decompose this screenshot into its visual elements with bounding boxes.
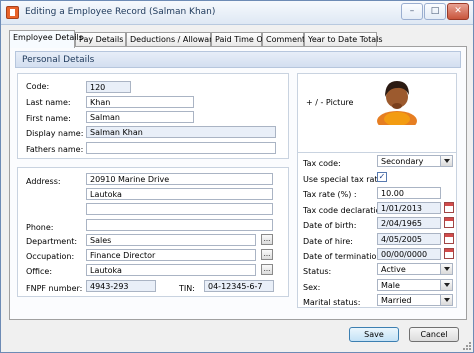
calendar-icon[interactable] [444,217,454,228]
display-name-field[interactable]: Salman Khan [86,126,276,138]
status-value: Active [381,265,406,274]
chevron-down-icon [440,280,452,290]
last-name-label: Last name: [26,98,71,107]
special-rate-checkbox[interactable]: ✓ [377,172,387,182]
first-name-label: First name: [26,114,71,123]
address-line3-field[interactable] [86,203,273,215]
tab-year-to-date-totals[interactable]: Year to Date Totals [304,32,383,47]
sex-label: Sex: [303,283,321,292]
fathers-name-field[interactable] [86,142,276,154]
tin-field[interactable]: 04-12345-6-7 [204,280,274,292]
section-title: Personal Details [22,55,95,65]
office-browse-button[interactable]: ... [261,264,273,275]
cancel-button[interactable]: Cancel [409,327,459,342]
display-name-label: Display name: [26,129,84,138]
office-field[interactable]: Lautoka [86,264,256,276]
tax-code-declaration-field[interactable]: 1/01/2013 [377,202,441,214]
chevron-down-icon [440,156,452,166]
dob-field[interactable]: 2/04/1965 [377,217,441,229]
marital-status-value: Married [381,296,412,305]
fnpf-label: FNPF number: [26,284,83,293]
address-label: Address: [26,177,61,186]
special-rate-label: Use special tax rate: [303,175,386,184]
code-field[interactable]: 120 [86,81,131,93]
tax-code-select[interactable]: Secondary [377,155,453,167]
hire-date-label: Date of hire: [303,237,353,246]
tax-code-label: Tax code: [303,159,341,168]
hire-date-field[interactable]: 4/05/2005 [377,233,441,245]
address-group [17,167,289,297]
resize-grip-icon[interactable] [463,342,471,350]
address-line1-field[interactable]: 20910 Marine Drive [86,173,273,185]
save-button[interactable]: Save [349,327,399,342]
calendar-icon[interactable] [444,233,454,244]
tax-rate-label: Tax rate (%) : [303,190,357,199]
minimize-button[interactable]: – [401,3,423,20]
department-field[interactable]: Sales [86,234,256,246]
calendar-icon[interactable] [444,248,454,259]
employee-record-window: Editing a Employee Record (Salman Khan) … [0,0,474,353]
minimize-icon: – [409,6,415,16]
status-select[interactable]: Active [377,263,453,275]
maximize-button[interactable]: □ [424,3,446,20]
occupation-browse-button[interactable]: ... [261,249,273,260]
fnpf-field[interactable]: 4943-293 [86,280,156,292]
window-title: Editing a Employee Record (Salman Khan) [25,7,216,17]
phone-label: Phone: [26,223,54,232]
phone-field[interactable] [86,219,273,231]
tin-label: TIN: [179,284,195,293]
marital-status-select[interactable]: Married [377,294,453,306]
close-button[interactable]: ✕ [447,3,469,20]
tax-code-declaration-label: Tax code declaration: [303,206,389,215]
department-browse-button[interactable]: ... [261,234,273,245]
termination-date-field[interactable]: 00/00/0000 [377,248,441,260]
sex-select[interactable]: Male [377,279,453,291]
tab-employee-details[interactable]: Employee Details [9,30,83,48]
office-label: Office: [26,267,53,276]
first-name-field[interactable]: Salman [86,111,194,123]
picture-link[interactable]: + / - Picture [306,98,353,107]
tax-rate-field[interactable]: 10.00 [377,187,441,199]
termination-date-label: Date of termination: [303,252,385,261]
maximize-icon: □ [430,6,440,16]
department-label: Department: [26,237,78,246]
close-icon: ✕ [454,6,462,16]
marital-status-label: Marital status: [303,298,361,307]
occupation-label: Occupation: [26,252,75,261]
sex-value: Male [381,281,400,290]
tab-paid-time-off[interactable]: Paid Time Off [211,32,268,47]
dob-label: Date of birth: [303,221,357,230]
app-icon [6,6,19,19]
chevron-down-icon [440,295,452,305]
calendar-icon[interactable] [444,202,454,213]
chevron-down-icon [440,264,452,274]
tab-comments[interactable]: Comments [262,32,309,47]
tax-code-value: Secondary [381,157,424,166]
employee-avatar-icon[interactable] [373,75,421,125]
title-bar: Editing a Employee Record (Salman Khan) … [1,1,473,25]
fathers-name-label: Fathers name: [26,145,84,154]
code-label: Code: [26,82,50,91]
occupation-field[interactable]: Finance Director [86,249,256,261]
last-name-field[interactable]: Khan [86,96,194,108]
checkmark-icon: ✓ [378,172,386,181]
address-line2-field[interactable]: Lautoka [86,188,273,200]
section-header: Personal Details [15,51,461,68]
tab-deductions-allowance[interactable]: Deductions / Allowance [126,32,224,47]
status-label: Status: [303,267,332,276]
